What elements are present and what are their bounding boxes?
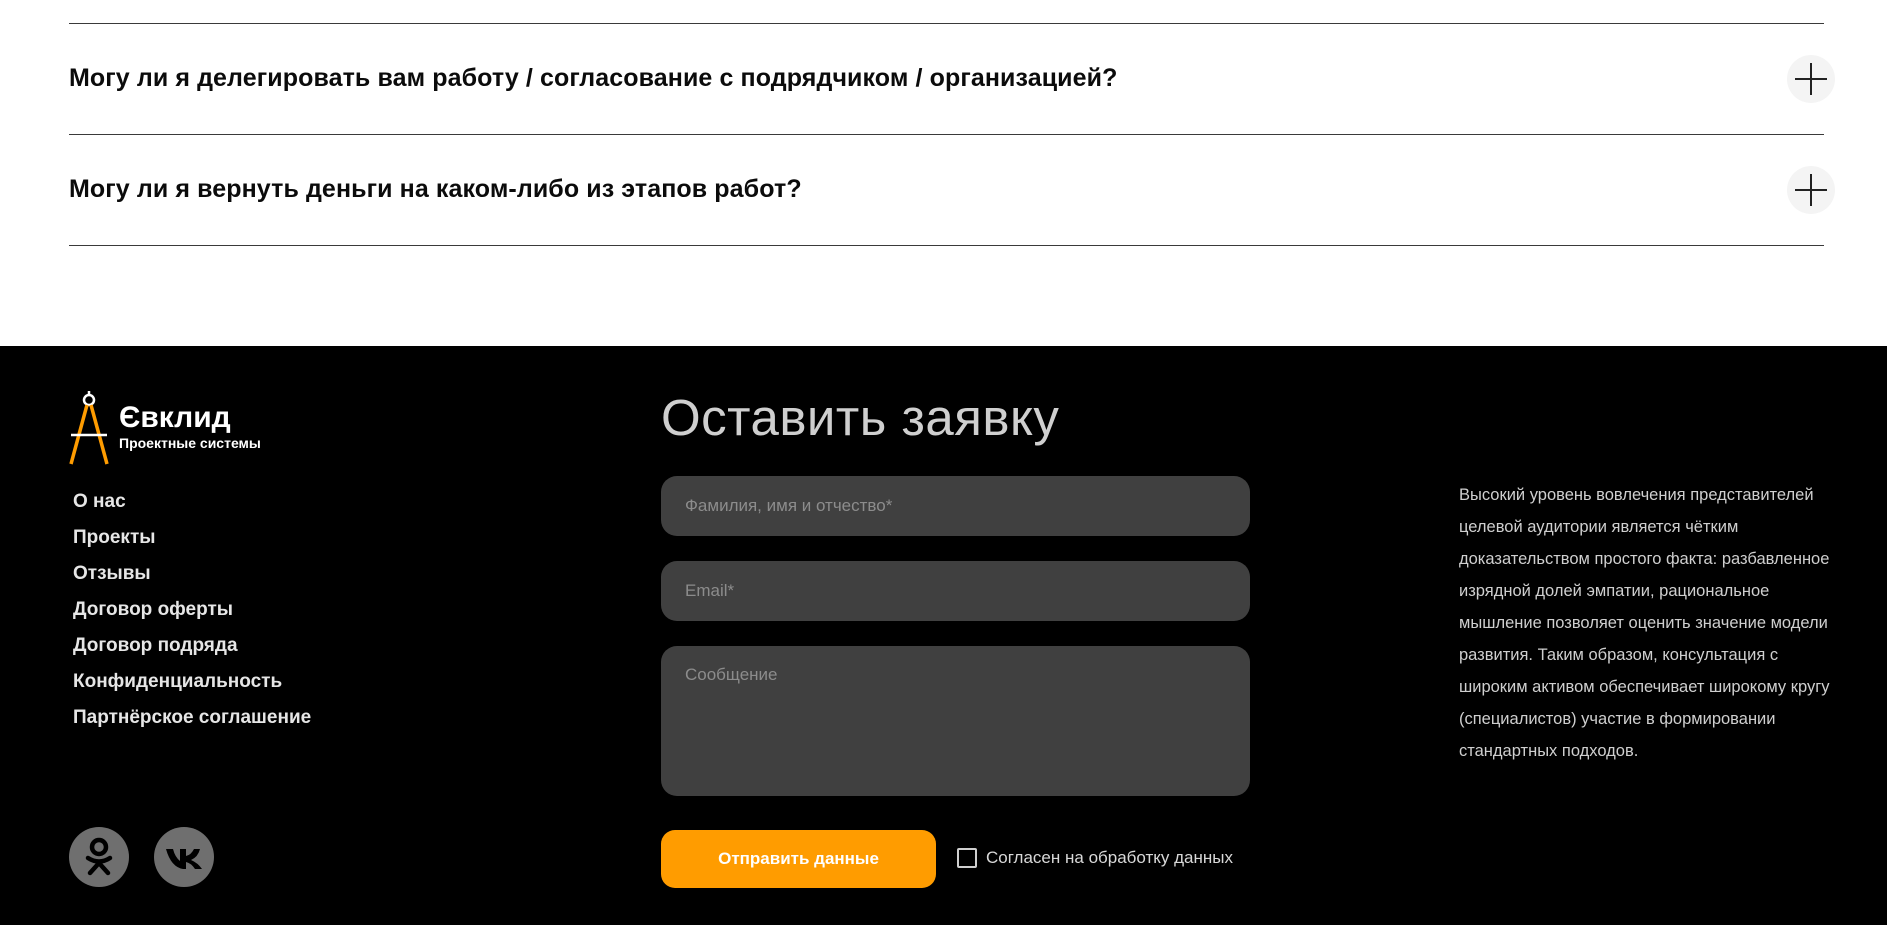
logo-subtitle: Проектные системы [119,435,261,451]
footer-menu: О нас Проекты Отзывы Договор оферты Дого… [73,491,311,743]
form-title: Оставить заявку [661,389,1060,446]
faq-item[interactable]: Могу ли я делегировать вам работу / согл… [69,24,1839,134]
consent-checkbox[interactable]: Согласен на обработку данных [957,848,1233,868]
faq-question[interactable]: Могу ли я вернуть деньги на каком-либо и… [69,177,802,202]
compass-logo-icon [69,391,109,465]
odnoklassniki-icon[interactable] [69,827,129,887]
consent-label[interactable]: Согласен на обработку данных [986,848,1233,868]
logo-title: Євклид [119,401,231,434]
footer-link-projects[interactable]: Проекты [73,527,311,563]
footer-link-about[interactable]: О нас [73,491,311,527]
footer-link-privacy[interactable]: Конфиденциальность [73,671,311,707]
message-field[interactable] [661,646,1250,796]
faq-question[interactable]: Могу ли я делегировать вам работу / согл… [69,66,1118,91]
plus-icon[interactable] [1787,55,1835,103]
plus-icon[interactable] [1787,166,1835,214]
faq-item[interactable]: Могу ли я вернуть деньги на каком-либо и… [69,135,1839,245]
footer-link-contract[interactable]: Договор подряда [73,635,311,671]
footer-link-reviews[interactable]: Отзывы [73,563,311,599]
vk-icon[interactable] [154,827,214,887]
footer-link-offer[interactable]: Договор оферты [73,599,311,635]
checkbox-icon[interactable] [957,848,977,868]
submit-button[interactable]: Отправить данные [661,830,936,888]
about-text: Высокий уровень вовлечения представителе… [1459,486,1830,760]
faq-section: Могу ли я делегировать вам работу / согл… [0,0,1887,346]
name-field[interactable] [661,476,1250,536]
email-field[interactable] [661,561,1250,621]
faq-divider [69,245,1824,246]
footer-link-partner[interactable]: Партнёрское соглашение [73,707,311,743]
